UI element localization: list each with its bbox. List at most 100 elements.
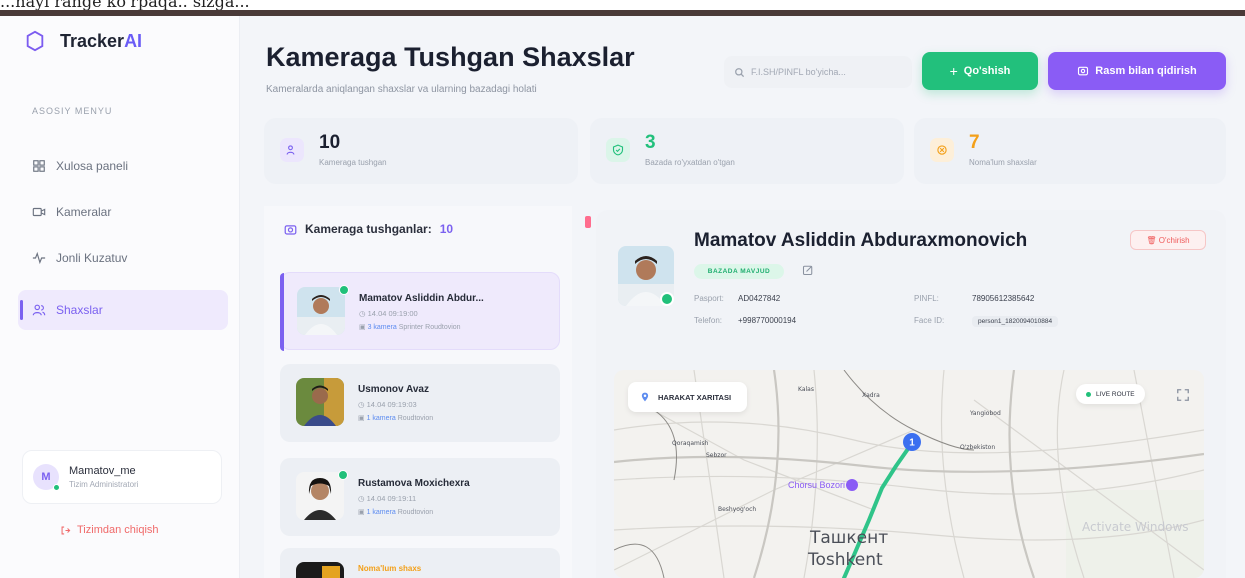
stat-value: 10 [319, 132, 341, 153]
sidebar-item-cameras[interactable]: Kameralar [18, 192, 228, 232]
search-input[interactable] [751, 67, 901, 77]
person-photo [296, 472, 344, 520]
svg-text:1: 1 [909, 438, 915, 449]
users-icon [280, 138, 304, 162]
stat-label: Noma'lum shaxslar [969, 158, 1037, 167]
list-header: Kameraga tushganlar: 10 [284, 222, 453, 236]
match-badge [338, 470, 348, 480]
sidebar-item-persons[interactable]: Shaxslar [18, 290, 228, 330]
photo-search-label: Rasm bilan qidirish [1095, 65, 1197, 77]
match-badge [339, 285, 349, 295]
person-photo [296, 562, 344, 578]
shield-logo-icon [26, 30, 44, 52]
stat-card-captured: 10 Kameraga tushgan [264, 118, 578, 184]
stat-label: Kameraga tushgan [319, 158, 387, 167]
search-box[interactable] [724, 56, 912, 88]
person-photo [296, 378, 344, 426]
shield-check-icon [606, 138, 630, 162]
capture-time: ◷ 14.04 09:19:03 [358, 400, 417, 409]
map-label: Xadra [862, 392, 880, 399]
movement-map[interactable]: 1 Chorsu Bozori Ташкент Toshkent Activat… [614, 370, 1204, 578]
capture-time: ◷ 14.04 09:19:00 [359, 309, 418, 318]
top-strip: ...nayi range ko'rpaqa.. sizga... [0, 0, 1245, 16]
live-dot [1086, 391, 1091, 397]
camera-icon [32, 207, 46, 217]
list-item[interactable]: Noma'lum shaxs [280, 548, 560, 578]
person-full-name: Mamatov Asliddin Abduraxmonovich [694, 230, 1028, 251]
menu-section-label: ASOSIY MENYU [32, 106, 113, 116]
photo-search-button[interactable]: Rasm bilan qidirish [1048, 52, 1226, 90]
city-label-uz: Toshkent [808, 550, 883, 570]
person-detail-card: Mamatov Asliddin Abduraxmonovich 🗑 O'chi… [596, 210, 1226, 378]
stat-label: Bazada ro'yxatdan o'tgan [645, 158, 735, 167]
stat-value: 3 [645, 132, 656, 153]
movement-map-panel: 1 Chorsu Bozori Ташкент Toshkent Activat… [596, 354, 1226, 578]
in-database-badge: BAZADA MAVJUD [694, 264, 784, 279]
users-icon [32, 304, 46, 316]
map-label: Yangiobod [970, 410, 1001, 417]
camera-info: ▣ 3 kamera Sprinter Roudtovion [359, 324, 461, 331]
app-logo[interactable]: TrackerAI [24, 30, 142, 52]
user-name: Mamatov_me [69, 465, 136, 477]
delete-button[interactable]: 🗑 O'chirish [1130, 230, 1206, 250]
user-role: Tizim Administratori [69, 480, 139, 489]
live-route-badge: LIVE ROUTE [1076, 384, 1145, 404]
map-label: Beshyog'och [718, 506, 757, 513]
resize-handle[interactable] [585, 216, 591, 228]
pinfl-field: PINFL: 78905612385642 [914, 294, 1035, 303]
svg-text:Chorsu Bozori: Chorsu Bozori [788, 480, 845, 490]
search-icon [735, 67, 745, 77]
grid-icon [33, 160, 45, 172]
camera-icon [284, 224, 297, 235]
sidebar-item-summary[interactable]: Xulosa paneli [18, 146, 228, 186]
camera-info: ▣ 1 kamera Roudtovion [358, 415, 434, 422]
map-title-chip: HARAKAT XARITASI [628, 382, 748, 412]
watermark-text: Activate Windows [1082, 520, 1189, 534]
avatar: M [33, 464, 60, 491]
map-label: Kalas [798, 386, 814, 393]
online-dot [53, 484, 60, 491]
logout-button[interactable]: Tizimdan chiqish [60, 524, 159, 536]
map-pin-icon [641, 392, 649, 402]
sidebar-item-label: Kameralar [56, 205, 112, 219]
capture-time: ◷ 14.04 09:19:11 [358, 494, 417, 503]
list-title: Kameraga tushganlar: [305, 222, 432, 236]
pulse-icon [32, 251, 46, 265]
unknown-person-label: Noma'lum shaxs [358, 564, 422, 573]
user-card[interactable]: M Mamatov_me Tizim Administratori [22, 450, 222, 504]
page-subtitle: Kameralarda aniqlangan shaxslar va ularn… [266, 84, 537, 95]
sidebar-item-label: Shaxslar [56, 303, 103, 317]
stat-card-unknown: 7 Noma'lum shaxslar [914, 118, 1226, 184]
map-label: Sebzor [706, 452, 727, 459]
face-id-field: Face ID: person1_1820094010884 [914, 316, 1059, 327]
app-name: TrackerAI [60, 30, 143, 51]
page-title: Kameraga Tushgan Shaxslar [266, 42, 635, 72]
sidebar-item-label: Jonli Kuzatuv [56, 251, 128, 265]
person-name: Rustamova Moxichexra [358, 478, 470, 489]
logout-icon [61, 526, 71, 534]
stat-value: 7 [969, 132, 980, 153]
list-item[interactable]: Usmonov Avaz ◷ 14.04 09:19:03 ▣ 1 kamera… [280, 364, 560, 442]
sidebar-item-live[interactable]: Jonli Kuzatuv [18, 238, 228, 278]
city-label-ru: Ташкент [810, 528, 889, 548]
map-title: HARAKAT XARITASI [658, 392, 732, 402]
add-button-label: Qo'shish [963, 65, 1011, 77]
edit-icon[interactable] [802, 264, 814, 276]
list-count: 10 [439, 222, 454, 236]
phone-field: Telefon: +998770000194 [694, 316, 797, 325]
map-label: O'zbekiston [960, 444, 996, 451]
list-item[interactable]: Rustamova Moxichexra ◷ 14.04 09:19:11 ▣ … [280, 458, 560, 536]
sidebar-item-label: Xulosa paneli [56, 159, 129, 173]
list-item[interactable]: Mamatov Asliddin Abdur... ◷ 14.04 09:19:… [280, 272, 560, 351]
person-name: Mamatov Asliddin Abdur... [359, 293, 484, 304]
person-name: Usmonov Avaz [358, 384, 429, 395]
add-button[interactable]: + Qo'shish [922, 52, 1038, 90]
camera-info: ▣ 1 kamera Roudtovion [358, 509, 434, 516]
fullscreen-icon[interactable] [1176, 388, 1190, 402]
stat-card-registered: 3 Bazada ro'yxatdan o'tgan [590, 118, 904, 184]
plus-icon: + [949, 63, 958, 79]
image-search-icon [1078, 66, 1089, 76]
alert-icon [930, 138, 954, 162]
verified-icon [660, 292, 674, 306]
map-label: Qoraqamish [672, 440, 709, 447]
